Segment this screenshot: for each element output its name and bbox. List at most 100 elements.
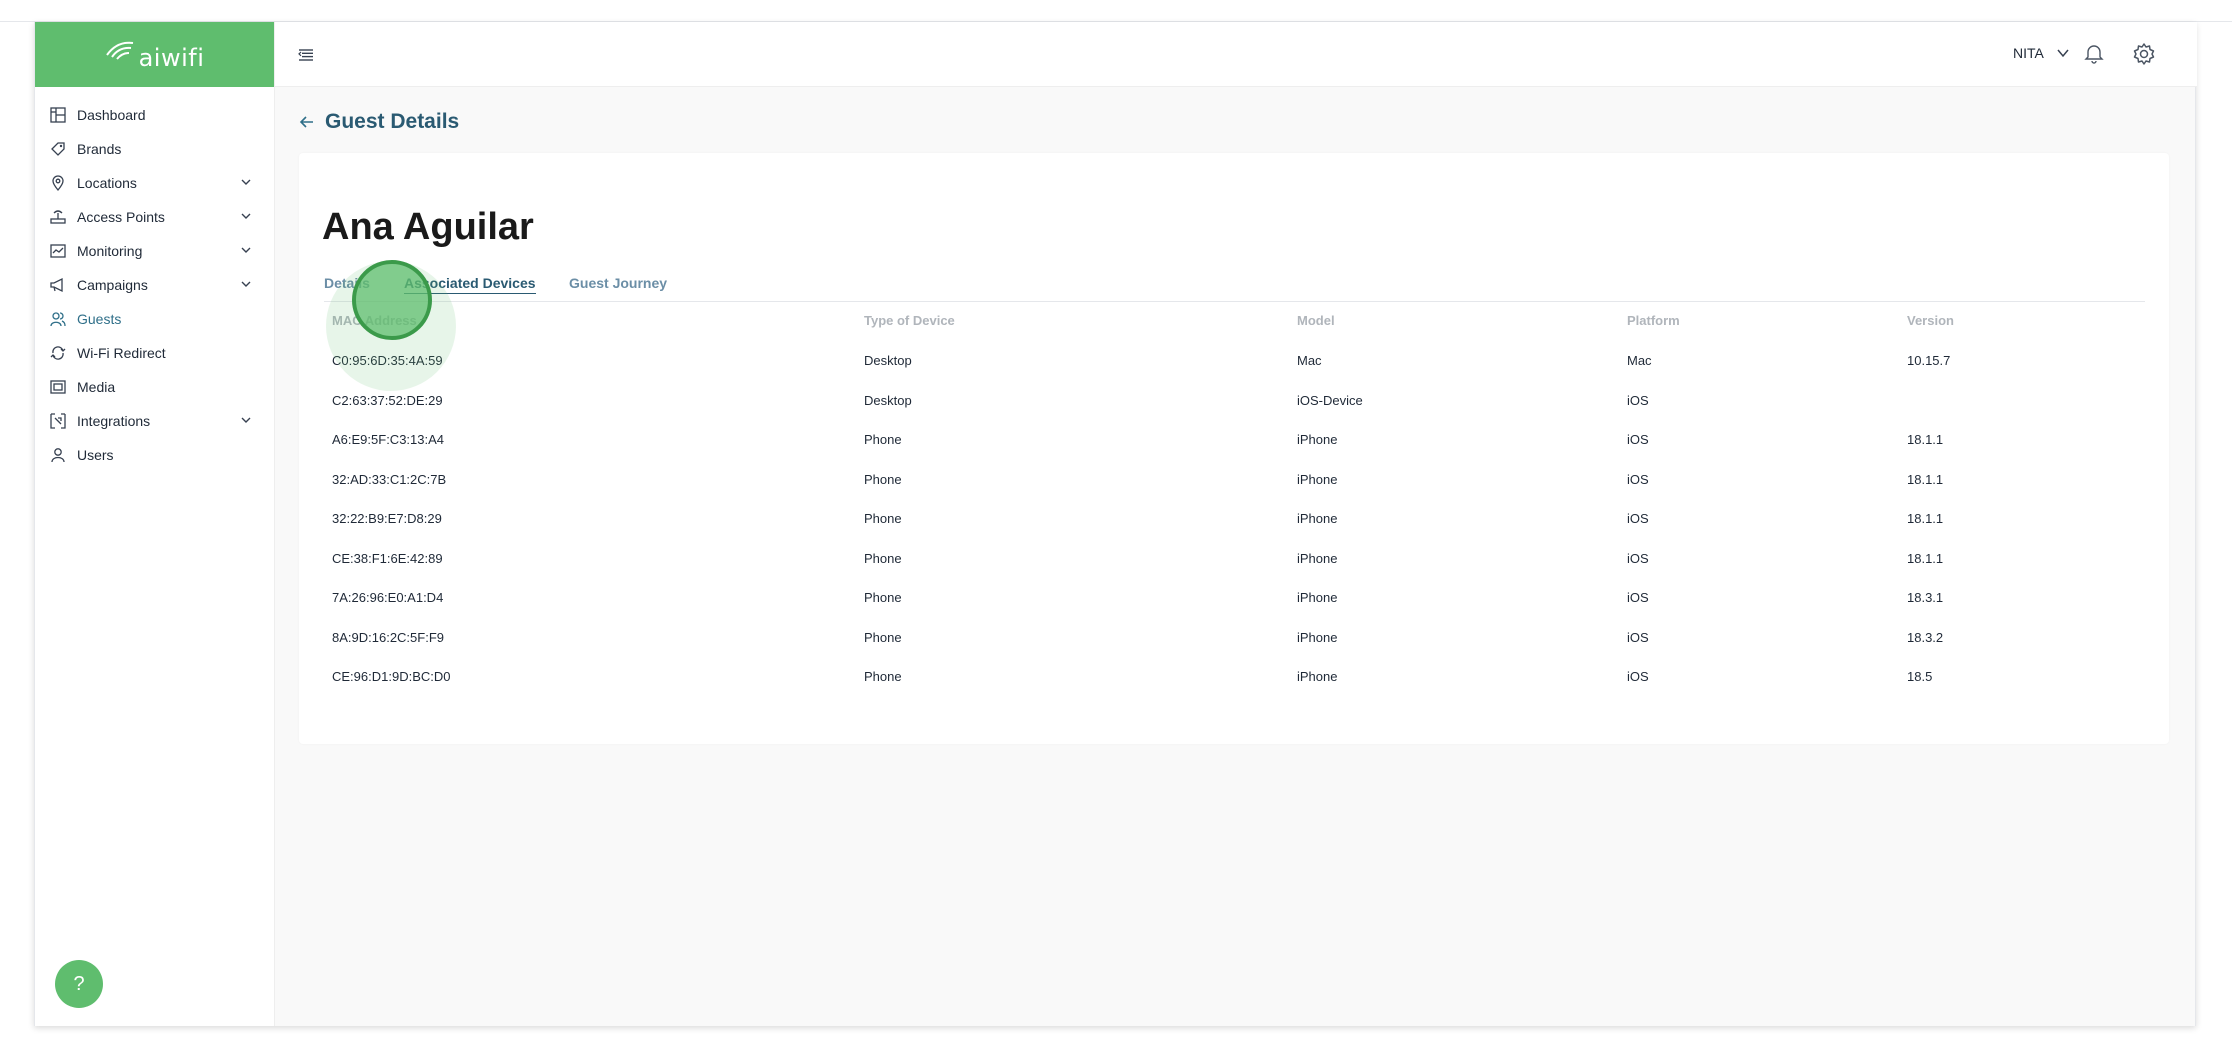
sidebar-item-dashboard[interactable]: Dashboard — [35, 98, 274, 132]
help-button[interactable]: ? — [55, 960, 103, 1008]
cell-version: 18.1.1 — [1907, 471, 1944, 487]
sidebar-item-media[interactable]: Media — [35, 370, 274, 404]
cell-model: Mac — [1297, 353, 1322, 368]
chevron-down-icon — [2057, 49, 2069, 58]
back-arrow-icon[interactable] — [299, 114, 315, 130]
cell-type: Phone — [864, 550, 902, 566]
top-header: NITA — [275, 22, 2197, 87]
chevron-down-icon[interactable] — [240, 278, 252, 290]
sidebar-item-label: Integrations — [77, 413, 151, 429]
user-menu[interactable]: NITA — [2013, 45, 2070, 61]
cell-model: iPhone — [1297, 471, 1338, 487]
cell-version: 18.3.1 — [1907, 590, 1944, 605]
sidebar: aiwifi Dashboard Brands Locations Access… — [35, 22, 275, 1026]
column-header-platform[interactable]: Platform — [1627, 313, 1680, 328]
cell-model: iPhone — [1297, 511, 1338, 526]
cell-model: iPhone — [1297, 550, 1338, 566]
cell-version: 10.15.7 — [1907, 353, 1951, 368]
tag-icon — [49, 140, 67, 158]
users-icon — [49, 310, 67, 328]
tab-guest-journey[interactable]: Guest Journey — [569, 275, 667, 293]
gear-icon[interactable] — [2132, 42, 2156, 66]
sidebar-item-guests[interactable]: Guests — [35, 302, 274, 336]
sidebar-nav: Dashboard Brands Locations Access Points… — [35, 87, 274, 472]
cell-platform: iOS — [1627, 550, 1649, 566]
cell-model: iPhone — [1297, 669, 1338, 684]
guest-card: Ana Aguilar Details Associated Devices G… — [299, 153, 2169, 744]
sidebar-item-access-points[interactable]: Access Points — [35, 200, 274, 234]
megaphone-icon — [49, 276, 67, 294]
cell-platform: iOS — [1627, 511, 1649, 526]
table-row[interactable]: CE:96:D1:9D:BC:D0 Phone iPhone iOS 18.5 — [299, 669, 2169, 709]
cell-platform: iOS — [1627, 629, 1649, 645]
table-row[interactable]: C2:63:37:52:DE:29 Desktop iOS-Device iOS — [299, 393, 2169, 433]
cell-type: Phone — [864, 471, 902, 487]
chevron-down-icon[interactable] — [240, 244, 252, 256]
page-header: Guest Details — [299, 110, 459, 134]
cell-mac: 8A:9D:16:2C:5F:F9 — [332, 629, 444, 645]
sidebar-item-integrations[interactable]: Integrations — [35, 404, 274, 438]
help-label: ? — [73, 972, 85, 995]
cell-platform: iOS — [1627, 471, 1649, 487]
table-row[interactable]: 7A:26:96:E0:A1:D4 Phone iPhone iOS 18.3.… — [299, 590, 2169, 630]
table-row[interactable]: 32:AD:33:C1:2C:7B Phone iPhone iOS 18.1.… — [299, 472, 2169, 512]
cell-model: iOS-Device — [1297, 392, 1363, 408]
sidebar-item-label: Users — [77, 447, 114, 463]
monitor-icon — [49, 242, 67, 260]
sidebar-item-campaigns[interactable]: Campaigns — [35, 268, 274, 302]
sidebar-item-label: Brands — [77, 141, 122, 157]
sidebar-item-label: Locations — [77, 175, 137, 191]
click-cursor-indicator — [352, 260, 432, 340]
notifications-bell-icon[interactable] — [2083, 42, 2105, 64]
cell-version: 18.3.2 — [1907, 629, 1944, 645]
router-icon — [49, 208, 67, 226]
cell-model: iPhone — [1297, 629, 1338, 645]
cell-mac: C2:63:37:52:DE:29 — [332, 392, 443, 408]
sidebar-item-label: Dashboard — [77, 107, 146, 123]
cell-type: Desktop — [864, 392, 912, 408]
column-header-type[interactable]: Type of Device — [864, 313, 955, 328]
sidebar-item-monitoring[interactable]: Monitoring — [35, 234, 274, 268]
sidebar-item-label: Media — [77, 379, 116, 395]
cell-platform: iOS — [1627, 392, 1649, 408]
table-row[interactable]: A6:E9:5F:C3:13:A4 Phone iPhone iOS 18.1.… — [299, 432, 2169, 472]
sidebar-item-label: Wi-Fi Redirect — [77, 345, 166, 361]
table-row[interactable]: CE:38:F1:6E:42:89 Phone iPhone iOS 18.1.… — [299, 551, 2169, 591]
dashboard-icon — [49, 106, 67, 124]
cell-mac: CE:38:F1:6E:42:89 — [332, 550, 443, 566]
table-row[interactable]: 8A:9D:16:2C:5F:F9 Phone iPhone iOS 18.3.… — [299, 630, 2169, 670]
integrations-icon — [49, 412, 67, 430]
column-header-version[interactable]: Version — [1907, 313, 1954, 328]
sidebar-item-label: Campaigns — [77, 277, 148, 293]
cell-platform: iOS — [1627, 432, 1649, 447]
table-row[interactable]: 32:22:B9:E7:D8:29 Phone iPhone iOS 18.1.… — [299, 511, 2169, 551]
cell-model: iPhone — [1297, 590, 1338, 605]
cell-mac: 32:22:B9:E7:D8:29 — [332, 511, 442, 526]
user-icon — [49, 446, 67, 464]
sidebar-item-wifi-redirect[interactable]: Wi-Fi Redirect — [35, 336, 274, 370]
cell-type: Phone — [864, 629, 902, 645]
media-icon — [49, 378, 67, 396]
sidebar-item-label: Guests — [77, 311, 122, 327]
cell-mac: A6:E9:5F:C3:13:A4 — [332, 432, 445, 447]
chevron-down-icon[interactable] — [240, 210, 252, 222]
table-header-row: MAC Address Type of Device Model Platfor… — [299, 313, 2169, 353]
cell-model: iPhone — [1297, 432, 1338, 447]
menu-toggle-icon[interactable] — [297, 46, 315, 64]
sidebar-item-locations[interactable]: Locations — [35, 166, 274, 200]
table-row[interactable]: C0:95:6D:35:4A:59 Desktop Mac Mac 10.15.… — [299, 353, 2169, 393]
cell-type: Desktop — [864, 353, 912, 368]
sidebar-item-brands[interactable]: Brands — [35, 132, 274, 166]
cell-platform: Mac — [1627, 353, 1652, 368]
sidebar-item-users[interactable]: Users — [35, 438, 274, 472]
logo[interactable]: aiwifi — [35, 22, 274, 87]
location-pin-icon — [49, 174, 67, 192]
tab-bar: Details Associated Devices Guest Journey — [324, 275, 2145, 302]
cell-mac: 7A:26:96:E0:A1:D4 — [332, 590, 444, 605]
chevron-down-icon[interactable] — [240, 176, 252, 188]
chevron-down-icon[interactable] — [240, 414, 252, 426]
sidebar-item-label: Monitoring — [77, 243, 143, 259]
cell-type: Phone — [864, 669, 902, 684]
column-header-model[interactable]: Model — [1297, 313, 1335, 328]
app-window: aiwifi Dashboard Brands Locations Access… — [34, 22, 2197, 1026]
